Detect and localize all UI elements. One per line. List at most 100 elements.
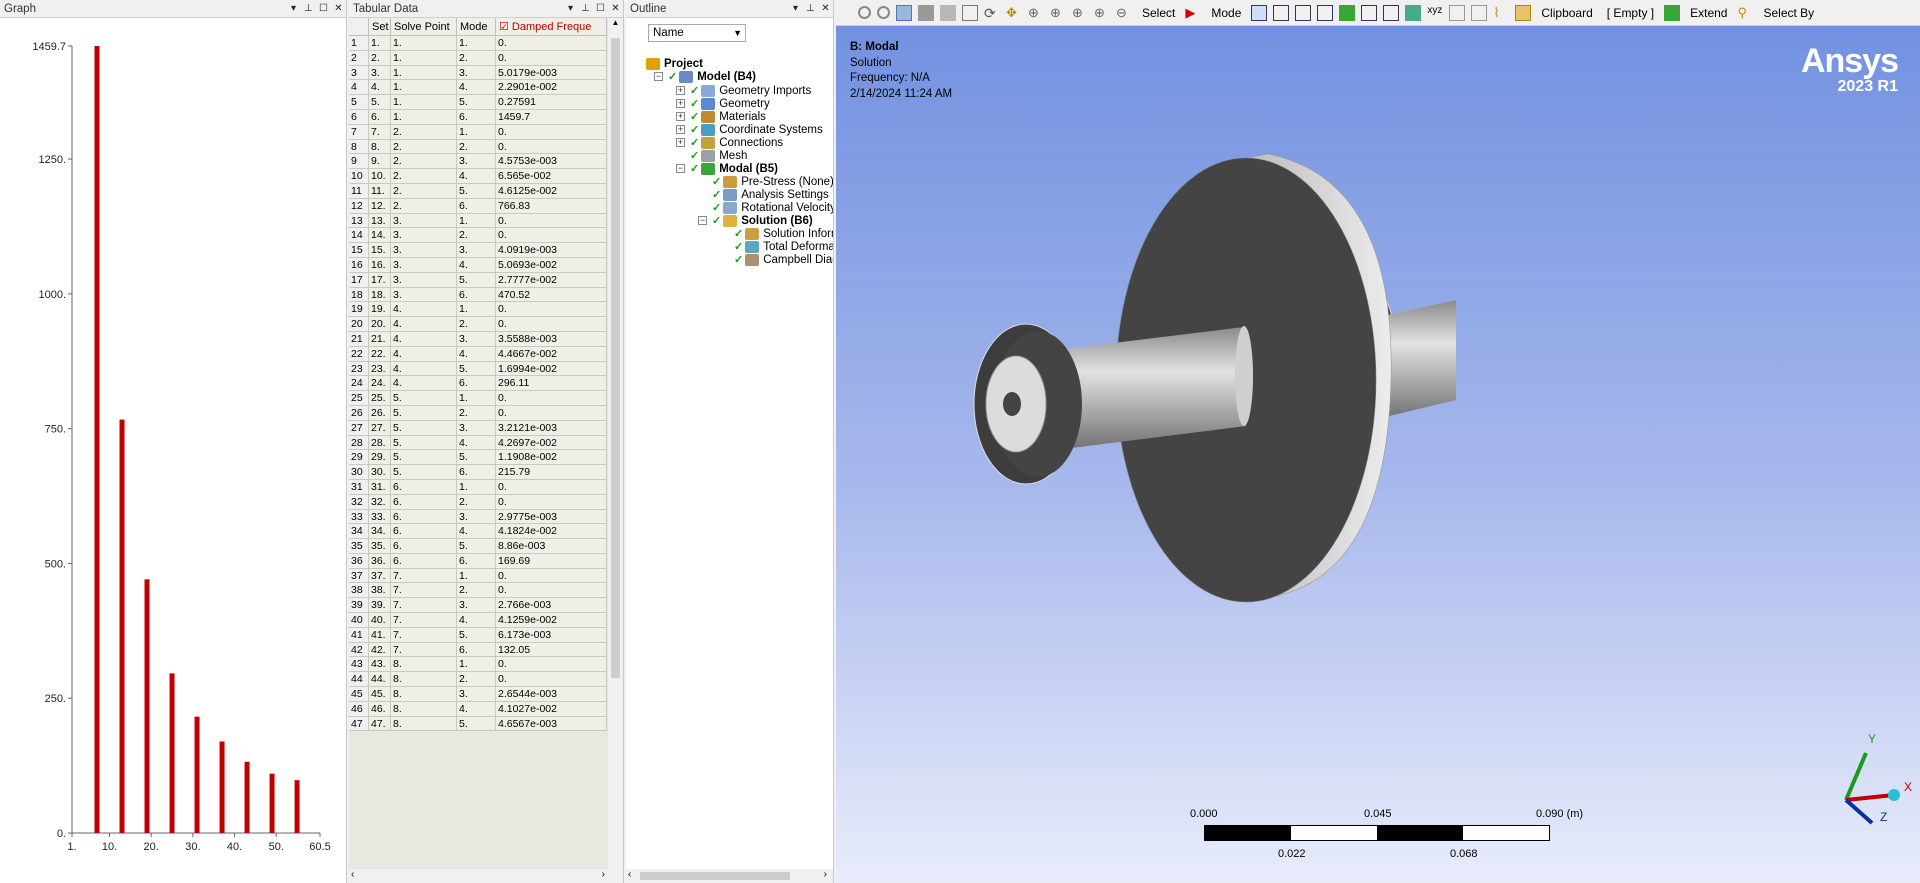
tree-expander-icon[interactable]: +: [676, 125, 685, 134]
tree-expander-icon[interactable]: +: [676, 99, 685, 108]
maximize-icon[interactable]: ☐: [593, 3, 608, 14]
table-row[interactable]: 3 3. 1. 3. 5.0179e-003: [349, 65, 607, 81]
table-row[interactable]: 27 27. 5. 3. 3.2121e-003: [349, 420, 607, 436]
table-row[interactable]: 39 39. 7. 3. 2.766e-003: [349, 598, 607, 614]
table-row[interactable]: 37 37. 7. 1. 0.: [349, 568, 607, 584]
outline-filter-select[interactable]: Name ▼: [648, 24, 746, 42]
close-icon[interactable]: ✕: [331, 3, 346, 14]
table-cell: 31.: [369, 479, 391, 494]
table-row[interactable]: 12 12. 2. 6. 766.83: [349, 198, 607, 214]
table-row[interactable]: 19 19. 4. 1. 0.: [349, 302, 607, 318]
pin-icon[interactable]: ⊥: [301, 3, 316, 14]
tree-expander-icon[interactable]: +: [676, 86, 685, 95]
table-cell: 6.173e-003: [496, 627, 607, 642]
pin-icon[interactable]: ⊥: [578, 3, 593, 14]
table-row[interactable]: 42 42. 7. 6. 132.05: [349, 642, 607, 658]
table-row[interactable]: 33 33. 6. 3. 2.9775e-003: [349, 509, 607, 525]
scroll-thumb[interactable]: [640, 872, 790, 880]
pin-icon[interactable]: ⊥: [803, 3, 818, 14]
horizontal-scrollbar[interactable]: ‹ ›: [349, 869, 623, 883]
table-cell: 2.: [391, 198, 457, 213]
column-header-set[interactable]: Set: [369, 18, 391, 35]
table-row[interactable]: 10 10. 2. 4. 6.565e-002: [349, 169, 607, 184]
scroll-left-icon[interactable]: ‹: [628, 869, 631, 880]
tree-expander-icon[interactable]: +: [676, 112, 685, 121]
tree-expander-icon[interactable]: +: [676, 138, 685, 147]
table-row[interactable]: 36 36. 6. 6. 169.69: [349, 553, 607, 569]
vertical-scrollbar[interactable]: ▲: [608, 18, 623, 869]
table-row[interactable]: 28 28. 5. 4. 4.2697e-002: [349, 435, 607, 451]
table-row[interactable]: 40 40. 7. 4. 4.1259e-002: [349, 613, 607, 628]
table-cell: 3.: [391, 213, 457, 228]
scroll-left-icon[interactable]: ‹: [351, 869, 354, 880]
table-row[interactable]: 41 41. 7. 5. 6.173e-003: [349, 627, 607, 643]
table-row[interactable]: 4 4. 1. 4. 2.2901e-002: [349, 80, 607, 96]
scroll-right-icon[interactable]: ›: [824, 869, 827, 880]
table-row[interactable]: 35 35. 6. 5. 8.86e-003: [349, 539, 607, 554]
table-row[interactable]: 46 46. 8. 4. 4.1027e-002: [349, 701, 607, 717]
table-row[interactable]: 8 8. 2. 2. 0.: [349, 139, 607, 155]
geometry-imports-icon: [701, 84, 716, 97]
table-row[interactable]: 32 32. 6. 2. 0.: [349, 494, 607, 510]
graphics-viewport[interactable]: ⟳ ✥ ⊕ ⊕ ⊕ ⊕ ⊖ Select ▶ Mode xyz ⌇ Clipbo…: [836, 0, 1920, 883]
column-header-mode[interactable]: Mode: [457, 18, 496, 35]
table-row[interactable]: 17 17. 3. 5. 2.7777e-002: [349, 272, 607, 288]
table-row[interactable]: 29 29. 5. 5. 1.1908e-002: [349, 450, 607, 466]
checkbox-icon[interactable]: ☑: [499, 21, 512, 33]
tree-item[interactable]: ✓ Model (B4): [668, 69, 756, 84]
table-row[interactable]: 31 31. 6. 1. 0.: [349, 479, 607, 495]
table-row[interactable]: 34 34. 6. 4. 4.1824e-002: [349, 524, 607, 540]
table-cell: 3.: [391, 228, 457, 243]
table-cell: 6.: [457, 198, 496, 213]
scroll-up-icon[interactable]: ▲: [608, 18, 623, 27]
column-header-damped-frequency[interactable]: ☑ Damped Freque: [496, 18, 607, 35]
table-row[interactable]: 20 20. 4. 2. 0.: [349, 317, 607, 332]
row-number: 16: [349, 257, 369, 272]
dropdown-icon[interactable]: ▾: [563, 3, 578, 14]
table-row[interactable]: 23 23. 4. 5. 1.6994e-002: [349, 361, 607, 377]
bar: [169, 673, 175, 833]
chevron-down-icon[interactable]: ▼: [733, 25, 742, 41]
table-row[interactable]: 43 43. 8. 1. 0.: [349, 657, 607, 673]
table-row[interactable]: 24 24. 4. 6. 296.11: [349, 376, 607, 392]
table-row[interactable]: 26 26. 5. 2. 0.: [349, 405, 607, 421]
tree-item-label: Solution (B6): [741, 214, 813, 227]
table-row[interactable]: 25 25. 5. 1. 0.: [349, 391, 607, 406]
scroll-thumb[interactable]: [611, 38, 620, 678]
table-row[interactable]: 6 6. 1. 6. 1459.7: [349, 109, 607, 125]
table-row[interactable]: 2 2. 1. 2. 0.: [349, 50, 607, 66]
axis-triad[interactable]: Y X Z: [1816, 725, 1916, 825]
dropdown-icon[interactable]: ▾: [788, 3, 803, 14]
tree-item[interactable]: ✓ Campbell Diagı: [734, 252, 833, 267]
column-header-solve-point[interactable]: Solve Point: [391, 18, 457, 35]
table-row[interactable]: 15 15. 3. 3. 4.0919e-003: [349, 243, 607, 258]
table-row[interactable]: 5 5. 1. 5. 0.27591: [349, 95, 607, 110]
dropdown-icon[interactable]: ▾: [286, 3, 301, 14]
table-row[interactable]: 44 44. 8. 2. 0.: [349, 672, 607, 688]
table-cell: 4.5753e-003: [496, 154, 607, 169]
table-row[interactable]: 45 45. 8. 3. 2.6544e-003: [349, 687, 607, 702]
table-row[interactable]: 11 11. 2. 5. 4.6125e-002: [349, 183, 607, 199]
table-cell: 1.: [391, 65, 457, 80]
maximize-icon[interactable]: ☐: [316, 3, 331, 14]
table-row[interactable]: 22 22. 4. 4. 4.4667e-002: [349, 346, 607, 362]
close-icon[interactable]: ✕: [818, 3, 833, 14]
table-row[interactable]: 38 38. 7. 2. 0.: [349, 583, 607, 599]
tree-expander-icon[interactable]: −: [698, 216, 707, 225]
table-row[interactable]: 1 1. 1. 1. 0.: [349, 36, 607, 51]
table-row[interactable]: 13 13. 3. 1. 0.: [349, 213, 607, 229]
table-row[interactable]: 47 47. 8. 5. 4.6567e-003: [349, 716, 607, 732]
table-row[interactable]: 18 18. 3. 6. 470.52: [349, 287, 607, 303]
tree-expander-icon[interactable]: −: [676, 164, 685, 173]
table-row[interactable]: 9 9. 2. 3. 4.5753e-003: [349, 154, 607, 170]
horizontal-scrollbar[interactable]: ‹ ›: [626, 869, 833, 883]
table-row[interactable]: 16 16. 3. 4. 5.0693e-002: [349, 257, 607, 273]
scroll-right-icon[interactable]: ›: [602, 869, 605, 880]
table-row[interactable]: 21 21. 4. 3. 3.5588e-003: [349, 331, 607, 347]
table-row[interactable]: 7 7. 2. 1. 0.: [349, 124, 607, 140]
table-row[interactable]: 30 30. 5. 6. 215.79: [349, 465, 607, 480]
close-icon[interactable]: ✕: [608, 3, 623, 14]
scale-bar: [1204, 825, 1550, 841]
tree-expander-icon[interactable]: −: [654, 72, 663, 81]
table-row[interactable]: 14 14. 3. 2. 0.: [349, 228, 607, 244]
